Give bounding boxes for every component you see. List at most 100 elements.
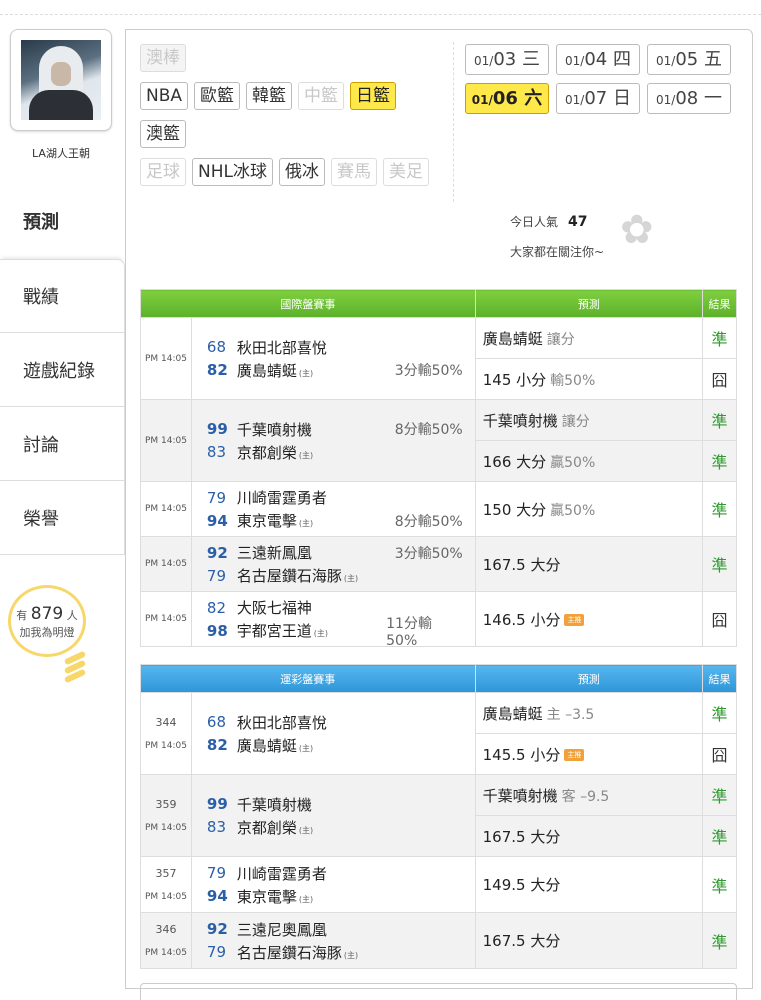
team-score: 99: [206, 420, 228, 438]
team-score: 79: [206, 864, 226, 882]
home-marker: (主): [298, 743, 314, 753]
teams-cell: 92 三遠新鳳凰 3分輸50% 79 名古屋鑽石海豚 (主): [190, 536, 476, 592]
header-result: 結果: [702, 664, 737, 693]
sport-tab[interactable]: 韓籃: [246, 82, 293, 110]
lamp-count: 879: [30, 604, 64, 624]
sport-tab[interactable]: 歐籃: [194, 82, 241, 110]
prediction-detail: 讓分: [546, 331, 575, 348]
team-score: 83: [206, 818, 226, 836]
lottery-games-table: 運彩盤賽事 預測 結果 344 PM 14:05 68 秋田北部喜悅 82 廣島蜻蜓 (主) 廣島蜻…: [140, 664, 737, 969]
team-name-text: 京都創榮: [236, 443, 297, 462]
result-cell: 準: [702, 856, 737, 913]
prediction-main: 167.5 大分: [482, 555, 561, 574]
header-games: 國際盤賽事: [140, 289, 476, 318]
date-button[interactable]: 01/04 四: [556, 44, 640, 75]
team-line: 82 廣島蜻蜓 (主) 3分輸50%: [207, 359, 475, 382]
date-month: 01/: [656, 54, 676, 68]
date-weekday: 六: [524, 88, 543, 109]
team-name: 川崎雷霆勇者: [237, 863, 387, 884]
lightbulb-badge[interactable]: 有 879 人 加我為明燈: [8, 585, 86, 657]
date-month: 01/: [565, 54, 585, 68]
sport-tab[interactable]: NBA: [140, 82, 189, 110]
prediction-cell: 167.5 大分: [474, 912, 704, 969]
date-month: 01/: [656, 93, 676, 107]
table-row: 357 PM 14:05 79 川崎雷霆勇者 94 東京電擊 (主) 149.5 大分 準: [140, 856, 737, 913]
team-name: 廣島蜻蜓 (主): [237, 735, 387, 756]
sidebar-item-discuss[interactable]: 討論: [0, 407, 125, 481]
sport-tab[interactable]: 賽馬: [330, 158, 377, 186]
team-name-text: 京都創榮: [236, 818, 297, 837]
team-line: 68 秋田北部喜悅: [207, 336, 475, 359]
prediction-cell: 149.5 大分: [474, 856, 704, 913]
sport-tab[interactable]: NHL冰球: [192, 158, 273, 186]
sport-tab[interactable]: 俄冰: [278, 158, 325, 186]
sport-tab[interactable]: 中籃: [298, 82, 345, 110]
team-name-text: 大阪七福神: [236, 599, 312, 617]
team-line: 99 千葉噴射機: [207, 793, 475, 816]
prediction-main: 146.5 小分: [482, 610, 561, 629]
team-score: 83: [206, 443, 226, 461]
sport-tab[interactable]: 足球: [140, 158, 186, 186]
result-cell: 囧: [702, 733, 737, 775]
prediction-detail: 客 –9.5: [561, 788, 610, 805]
game-id: 359: [155, 798, 177, 811]
sport-tab[interactable]: 日籃: [350, 82, 397, 110]
team-name-text: 宇都宮王道: [236, 622, 312, 640]
prediction-cell: 150 大分 贏50%: [474, 481, 704, 537]
prediction-detail: 贏50%: [550, 454, 596, 471]
home-marker: (主): [298, 825, 314, 835]
prediction-main: 150 大分: [482, 500, 547, 519]
date-button[interactable]: 01/05 五: [647, 44, 731, 75]
popularity: 今日人氣 47 大家都在關注你~: [510, 207, 604, 267]
popularity-label: 今日人氣: [510, 215, 559, 229]
team-name-text: 三遠尼奧鳳凰: [236, 920, 327, 939]
team-name: 京都創榮 (主): [237, 442, 387, 463]
team-name: 三遠新鳳凰: [237, 542, 387, 563]
team-name: 宇都宮王道 (主): [237, 620, 386, 641]
teams-cell: 79 川崎雷霆勇者 94 東京電擊 (主) 8分輸50%: [190, 481, 476, 537]
date-button[interactable]: 01/08 一: [647, 83, 731, 114]
sidebar-item-game-log[interactable]: 遊戲紀錄: [0, 333, 125, 407]
prediction-cell: 145.5 小分 主推: [474, 733, 704, 775]
sport-tab[interactable]: 美足: [382, 158, 429, 186]
date-month: 01/: [471, 93, 493, 107]
game-time: PM 14:05: [144, 353, 187, 364]
prediction-main: 167.5 大分: [482, 827, 561, 846]
team-name-text: 三遠新鳳凰: [236, 544, 312, 562]
team-score: 82: [206, 736, 228, 754]
lamp-prefix: 有: [16, 609, 28, 622]
sport-tab[interactable]: 澳棒: [140, 44, 186, 72]
date-button[interactable]: 01/07 日: [556, 83, 640, 114]
avatar-frame[interactable]: [10, 29, 112, 131]
sidebar-item-honor[interactable]: 榮譽: [0, 481, 125, 555]
team-score: 82: [206, 598, 226, 617]
sidebar-item-record[interactable]: 戰績: [0, 259, 125, 333]
team-name-text: 川崎雷霆勇者: [236, 489, 327, 507]
sport-tab[interactable]: 澳籃: [140, 120, 186, 148]
date-month: 01/: [474, 54, 494, 68]
team-name: 秋田北部喜悅: [237, 337, 387, 358]
teams-cell: 79 川崎雷霆勇者 94 東京電擊 (主): [190, 856, 476, 913]
team-score: 99: [206, 795, 228, 813]
prediction-cell: 146.5 小分 主推: [474, 591, 704, 647]
team-name: 東京電擊 (主): [237, 510, 387, 531]
header-prediction: 預測: [474, 664, 704, 693]
date-button[interactable]: 01/03 三: [465, 44, 549, 75]
teams-cell: 82 大阪七福神 98 宇都宮王道 (主) 11分輸50%: [190, 591, 476, 649]
sidebar-item-predict[interactable]: 預測: [0, 183, 125, 259]
team-name-text: 名古屋鑽石海豚: [236, 943, 342, 962]
team-name: 大阪七福神: [237, 597, 387, 618]
prediction-detail: 讓分: [561, 413, 590, 430]
table-row: PM 14:05 92 三遠新鳳凰 3分輸50% 79 名古屋鑽石海豚 (主) 167.5 大…: [140, 536, 737, 592]
result-cell: 準: [702, 481, 737, 537]
result-cell: 準: [702, 815, 737, 857]
date-button[interactable]: 01/06 六: [465, 83, 549, 114]
header-games: 運彩盤賽事: [140, 664, 476, 693]
game-id: 357: [155, 867, 177, 880]
game-time-cell: PM 14:05: [140, 536, 192, 592]
prediction-detail: 輸50%: [550, 372, 596, 389]
lamp-label: 加我為明燈: [19, 626, 75, 639]
teams-cell: 68 秋田北部喜悅 82 廣島蜻蜓 (主) 3分輸50%: [190, 317, 476, 400]
table-row: 346 PM 14:05 92 三遠尼奧鳳凰 79 名古屋鑽石海豚 (主) 167.5 大分 準: [140, 912, 737, 969]
lamp-suffix: 人: [66, 609, 78, 622]
